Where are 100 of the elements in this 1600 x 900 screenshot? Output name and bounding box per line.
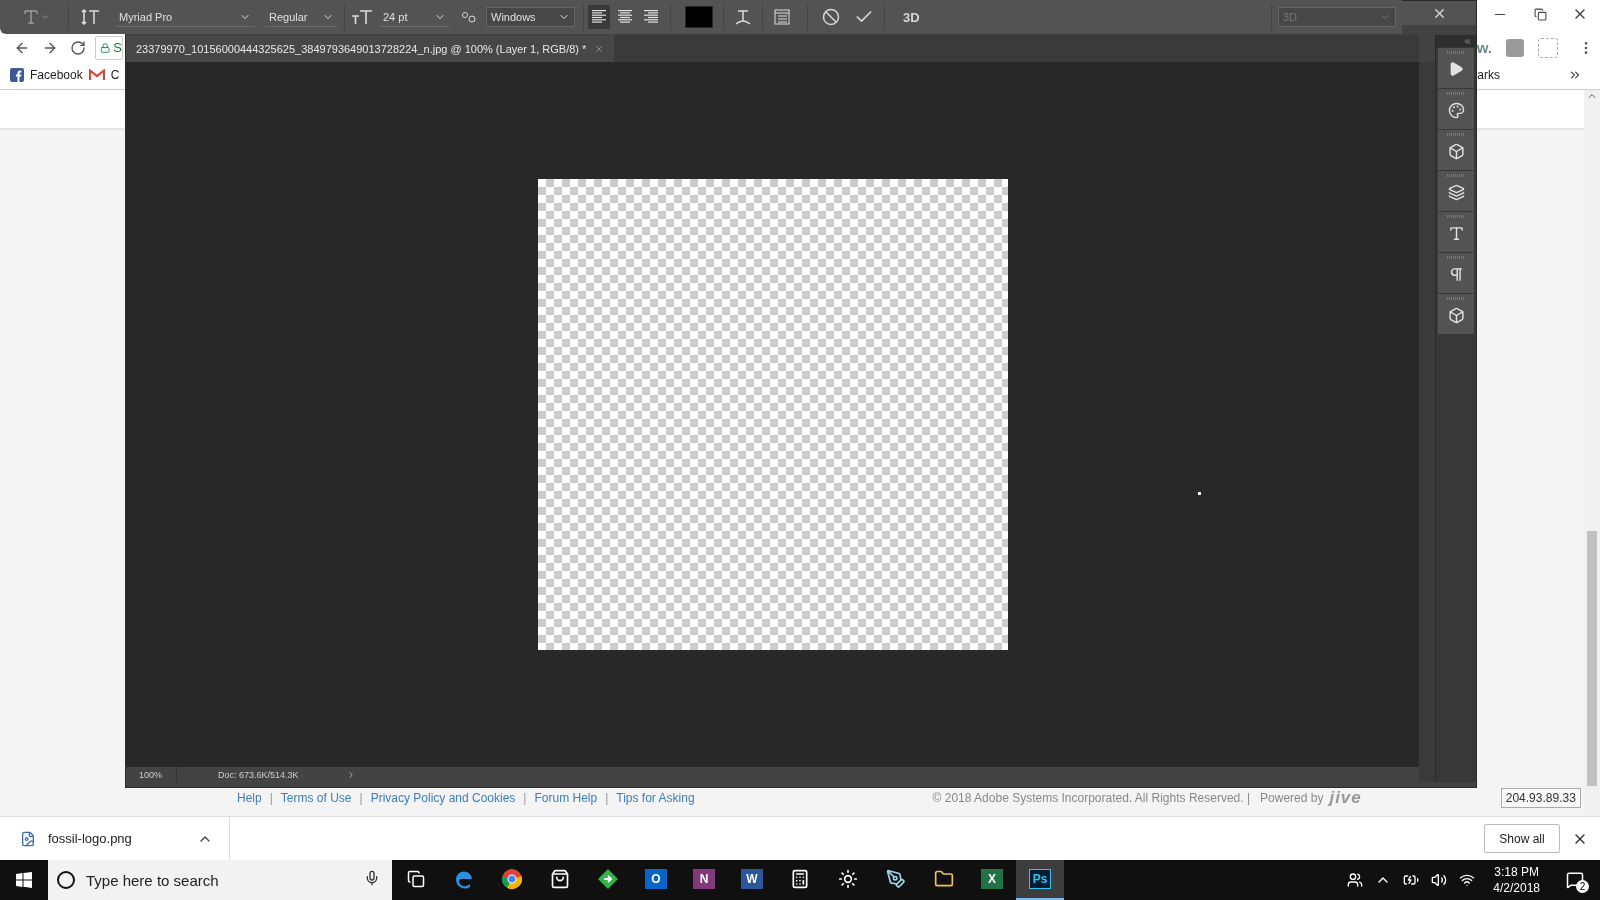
extension-icon[interactable] [1506, 38, 1524, 57]
3d-button[interactable]: 3D [897, 8, 926, 26]
stray-pixel [1198, 492, 1201, 495]
restore-icon [1533, 7, 1547, 21]
search-field[interactable]: Type here to search [48, 860, 392, 900]
ip-address: 204.93.89.33 [1500, 788, 1581, 808]
separator: | [523, 791, 527, 805]
windows-logo-icon [16, 872, 32, 888]
character-icon [1447, 225, 1465, 242]
separator: | [605, 791, 609, 805]
align-left-button[interactable] [588, 5, 610, 29]
font-size-icon [351, 9, 373, 25]
panel-button[interactable] [1438, 212, 1474, 252]
text-orientation-icon [81, 9, 101, 25]
app-logo: Ps [1029, 869, 1051, 889]
panel-button[interactable] [1438, 48, 1474, 88]
bookmark[interactable]: Facebook [10, 68, 83, 82]
task-view-icon [407, 870, 425, 888]
facebook-icon [10, 68, 24, 82]
sun-icon [838, 869, 858, 889]
app-logo: X [981, 869, 1003, 889]
pen-icon [886, 869, 906, 889]
chevrons-right-icon[interactable] [1568, 68, 1582, 82]
separator: | [269, 791, 273, 805]
other-bookmarks[interactable]: arks [1477, 68, 1500, 82]
notifications-button[interactable]: 2 [1558, 860, 1592, 900]
address-text: S [113, 40, 122, 55]
lock-icon [100, 41, 111, 54]
scrollbar-thumb[interactable] [1587, 531, 1597, 786]
footer-link[interactable]: Privacy Policy and Cookies [370, 791, 516, 805]
text-color-swatch[interactable] [685, 6, 713, 28]
panel-icon [774, 9, 790, 25]
chevrons-left-icon [1463, 36, 1472, 46]
caret-icon [40, 12, 50, 22]
download-file-name[interactable]: fossil-logo.png [48, 831, 197, 846]
panel-button[interactable] [1438, 253, 1474, 293]
panel-button[interactable] [1438, 171, 1474, 211]
document-tab[interactable]: 23379970_10156000444325625_3849793649013728224_n.jpg @ 100% (Layer 1, RGB/8) * [126, 35, 615, 62]
time-text: 3:18 PM [1494, 864, 1539, 880]
taskbar-app-button[interactable]: O [632, 860, 680, 900]
chevron-right-icon[interactable] [346, 769, 356, 780]
taskbar-app-button[interactable]: W [728, 860, 776, 900]
battery-icon [1403, 872, 1420, 888]
brand-logo: jive [1329, 788, 1362, 808]
font-style-dropdown[interactable]: Regular [265, 7, 338, 27]
palette-icon [1447, 102, 1465, 119]
round-logo-icon [501, 868, 523, 890]
font-family-dropdown[interactable]: Myriad Pro [115, 7, 255, 27]
app-logo: W [741, 869, 763, 889]
taskbar-app-button[interactable]: N [680, 860, 728, 900]
bookmark[interactable] [88, 69, 105, 81]
notification-count: 2 [1576, 880, 1589, 893]
show-all-button[interactable]: Show all [1484, 824, 1560, 853]
font-size-dropdown[interactable]: 24 pt [379, 7, 450, 27]
folder-icon [934, 869, 954, 889]
separator: | [359, 791, 363, 805]
envelope-icon [88, 69, 105, 81]
panel-button[interactable] [1438, 130, 1474, 170]
people-icon [1347, 872, 1364, 888]
warp-text-icon [734, 8, 752, 26]
bookmark[interactable]: C [110, 68, 120, 82]
panel-button[interactable] [1438, 89, 1474, 129]
align-left-icon [591, 10, 607, 24]
footer-link[interactable]: Tips for Asking [616, 791, 695, 805]
address-bar[interactable]: S [95, 35, 123, 60]
cube-icon [1447, 307, 1465, 324]
message-icon [1566, 871, 1584, 889]
copyright-text: © 2018 Adobe Systems Incorporated. All Rights Reserved. | [932, 791, 1251, 805]
calculator-icon [790, 869, 810, 889]
document-info: Doc: 673.6K/514.3K [218, 769, 300, 780]
panel-button[interactable] [1438, 294, 1474, 334]
taskbar-app-button[interactable]: Ps [1016, 860, 1064, 900]
app-logo: N [693, 869, 715, 889]
anti-alias-dropdown[interactable]: Windows [486, 7, 575, 27]
cancel-icon [822, 8, 840, 26]
type-icon [22, 8, 40, 26]
clock[interactable]: 3:18 PM 4/2/2018 [1487, 864, 1546, 896]
footer-link[interactable]: Help [237, 791, 262, 805]
footer-link[interactable]: Terms of Use [280, 791, 352, 805]
diamond-arrow-icon [597, 868, 619, 890]
shopping-bag-icon [550, 869, 570, 889]
app-logo: O [645, 869, 667, 889]
anti-alias-icon [461, 10, 477, 24]
taskbar-app-button[interactable]: X [968, 860, 1016, 900]
extension-label[interactable]: w. [1476, 39, 1492, 56]
minimize-icon [1495, 13, 1505, 15]
wifi-icon [1459, 872, 1476, 888]
reload-icon [70, 39, 86, 56]
scrollbar[interactable] [1584, 90, 1600, 816]
align-right-icon [643, 10, 659, 24]
ring-icon [56, 870, 76, 890]
speaker-icon [1431, 872, 1448, 888]
layers-icon [1447, 184, 1465, 201]
align-center-icon [617, 10, 633, 24]
scrollbar[interactable] [1419, 62, 1435, 782]
date-text: 4/2/2018 [1493, 880, 1540, 896]
microphone-icon [364, 870, 380, 886]
powered-by-text: Powered by [1260, 791, 1324, 805]
footer-link[interactable]: Forum Help [534, 791, 598, 805]
zoom-level[interactable]: 100% [126, 767, 177, 782]
